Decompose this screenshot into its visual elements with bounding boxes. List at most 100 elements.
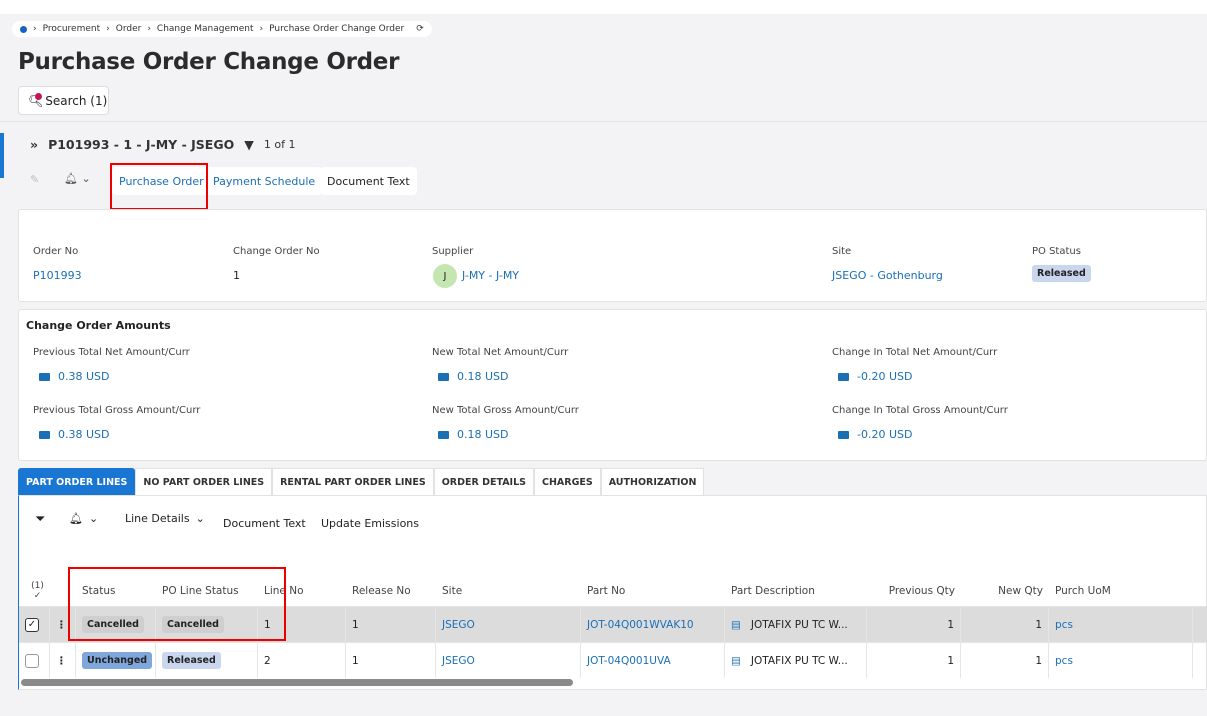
new-gross-label: New Total Gross Amount/Curr bbox=[432, 405, 579, 416]
new-qty: 1 bbox=[961, 643, 1049, 678]
payment-schedule-button[interactable]: Payment Schedule bbox=[206, 167, 323, 195]
supplier-avatar: J bbox=[433, 264, 457, 288]
horizontal-scrollbar[interactable] bbox=[21, 679, 573, 686]
order-no-label: Order No bbox=[33, 246, 79, 257]
currency-icon bbox=[438, 372, 449, 381]
chg-net-value[interactable]: -0.20 USD bbox=[838, 370, 912, 383]
document-text-button[interactable]: Document Text bbox=[320, 167, 417, 195]
amounts-title: Change Order Amounts bbox=[26, 319, 171, 332]
po-status-badge: Released bbox=[1032, 265, 1091, 282]
highlight-box bbox=[68, 567, 286, 641]
tab-no-part-order-lines[interactable]: NO PART ORDER LINES bbox=[135, 468, 273, 496]
new-gross-value[interactable]: 0.18 USD bbox=[438, 428, 509, 441]
edit-icon[interactable]: ✎ bbox=[30, 173, 39, 186]
po-status-label: PO Status bbox=[1032, 246, 1081, 257]
supplier-link[interactable]: J-MY - J-MY bbox=[462, 269, 519, 282]
prev-gross-label: Previous Total Gross Amount/Curr bbox=[33, 405, 201, 416]
tab-part-order-lines[interactable]: PART ORDER LINES bbox=[18, 468, 136, 496]
status-badge: Unchanged bbox=[82, 652, 153, 669]
chevron-down-icon: ⌄ bbox=[195, 512, 205, 525]
site-label: Site bbox=[832, 246, 852, 257]
refresh-icon[interactable]: ⟳ bbox=[416, 24, 424, 34]
divider bbox=[0, 121, 1207, 122]
tab-rental-part-order-lines[interactable]: RENTAL PART ORDER LINES bbox=[272, 468, 434, 496]
row-menu-icon[interactable]: ⋮ bbox=[50, 643, 76, 678]
top-strip bbox=[0, 0, 1207, 14]
selection-indicator bbox=[0, 133, 4, 178]
currency-icon bbox=[39, 430, 50, 439]
filter-icon[interactable]: ⏷ bbox=[35, 512, 45, 527]
line-no: 2 bbox=[258, 643, 346, 678]
tab-authorization[interactable]: AUTHORIZATION bbox=[600, 468, 705, 496]
home-icon[interactable] bbox=[20, 25, 27, 33]
col-site[interactable]: Site bbox=[436, 576, 581, 606]
col-new-qty[interactable]: New Qty bbox=[961, 576, 1049, 606]
release-no: 1 bbox=[346, 643, 436, 678]
header-card: Order No P101993 Change Order No 1 Suppl… bbox=[18, 209, 1207, 302]
col-purch-uom[interactable]: Purch UoM bbox=[1049, 576, 1193, 606]
change-order-no: 1 bbox=[233, 269, 240, 282]
row-checkbox[interactable] bbox=[25, 653, 39, 668]
bell-icon[interactable]: 🔔︎ ⌄ bbox=[69, 512, 98, 525]
release-no: 1 bbox=[346, 607, 436, 642]
record-selector[interactable]: » P101993 - 1 - J-MY - JSEGO ▼ 1 of 1 bbox=[30, 137, 295, 152]
site-link[interactable]: JSEGO bbox=[436, 643, 581, 678]
new-net-value[interactable]: 0.18 USD bbox=[438, 370, 509, 383]
order-no-link[interactable]: P101993 bbox=[33, 269, 82, 282]
change-order-no-label: Change Order No bbox=[233, 246, 320, 257]
part-no-link[interactable]: JOT-04Q001WVAK10 bbox=[581, 607, 725, 642]
prev-net-value[interactable]: 0.38 USD bbox=[39, 370, 110, 383]
site-link[interactable]: JSEGO - Gothenburg bbox=[832, 269, 943, 282]
part-no-link[interactable]: JOT-04Q001UVA bbox=[581, 643, 725, 678]
new-net-label: New Total Net Amount/Curr bbox=[432, 347, 569, 358]
currency-icon bbox=[39, 372, 50, 381]
new-qty: 1 bbox=[961, 607, 1049, 642]
document-icon[interactable]: ▤ bbox=[731, 655, 741, 667]
document-text-button[interactable]: Document Text bbox=[223, 517, 306, 530]
expand-icon[interactable]: » bbox=[30, 137, 38, 152]
chg-gross-value[interactable]: -0.20 USD bbox=[838, 428, 912, 441]
prev-gross-value[interactable]: 0.38 USD bbox=[39, 428, 110, 441]
col-release-no[interactable]: Release No bbox=[346, 576, 436, 606]
po-line-status-badge: Released bbox=[162, 652, 221, 669]
prev-net-label: Previous Total Net Amount/Curr bbox=[33, 347, 190, 358]
tab-charges[interactable]: CHARGES bbox=[534, 468, 601, 496]
site-link[interactable]: JSEGO bbox=[436, 607, 581, 642]
update-emissions-button[interactable]: Update Emissions bbox=[321, 517, 419, 530]
caret-down-icon[interactable]: ▼ bbox=[244, 137, 254, 152]
search-button[interactable]: 🔍︎ Search (1) bbox=[18, 86, 109, 115]
breadcrumb-order[interactable]: Order bbox=[116, 24, 142, 34]
line-details-button[interactable]: Line Details ⌄ bbox=[125, 512, 205, 525]
chevron-down-icon[interactable]: ⌄ bbox=[81, 172, 90, 185]
previous-qty: 1 bbox=[867, 607, 961, 642]
chg-gross-label: Change In Total Gross Amount/Curr bbox=[832, 405, 1008, 416]
col-previous-qty[interactable]: Previous Qty bbox=[867, 576, 961, 606]
tab-order-details[interactable]: ORDER DETAILS bbox=[433, 468, 534, 496]
currency-icon bbox=[438, 430, 449, 439]
amounts-card: Change Order Amounts Previous Total Net … bbox=[18, 309, 1207, 461]
document-icon[interactable]: ▤ bbox=[731, 619, 741, 631]
tab-bar: PART ORDER LINES NO PART ORDER LINES REN… bbox=[18, 468, 705, 496]
breadcrumb-change-management[interactable]: Change Management bbox=[157, 24, 254, 34]
filter-active-indicator bbox=[35, 93, 42, 100]
supplier-label: Supplier bbox=[432, 246, 474, 257]
bell-icon[interactable]: 🔔︎ ⌄ bbox=[64, 172, 91, 185]
uom-link[interactable]: pcs bbox=[1049, 607, 1193, 642]
col-part-description[interactable]: Part Description bbox=[725, 576, 867, 606]
table-row[interactable]: ⋮ Unchanged Released 2 1 JSEGO JOT-04Q00… bbox=[19, 642, 1207, 678]
page-title: Purchase Order Change Order bbox=[18, 49, 400, 75]
previous-qty: 1 bbox=[867, 643, 961, 678]
select-all[interactable]: (1) ✓ bbox=[19, 576, 50, 606]
highlight-box bbox=[110, 163, 208, 210]
currency-icon bbox=[838, 372, 849, 381]
breadcrumb-current: Purchase Order Change Order bbox=[269, 24, 405, 34]
check-icon: ✓ bbox=[33, 591, 42, 601]
uom-link[interactable]: pcs bbox=[1049, 643, 1193, 678]
currency-icon bbox=[838, 430, 849, 439]
record-title: P101993 - 1 - J-MY - JSEGO bbox=[48, 137, 235, 152]
row-checkbox[interactable]: ✓ bbox=[25, 617, 39, 632]
breadcrumb: › Procurement › Order › Change Management ›… bbox=[12, 21, 432, 37]
breadcrumb-procurement[interactable]: Procurement bbox=[43, 24, 101, 34]
chg-net-label: Change In Total Net Amount/Curr bbox=[832, 347, 998, 358]
col-part-no[interactable]: Part No bbox=[581, 576, 725, 606]
